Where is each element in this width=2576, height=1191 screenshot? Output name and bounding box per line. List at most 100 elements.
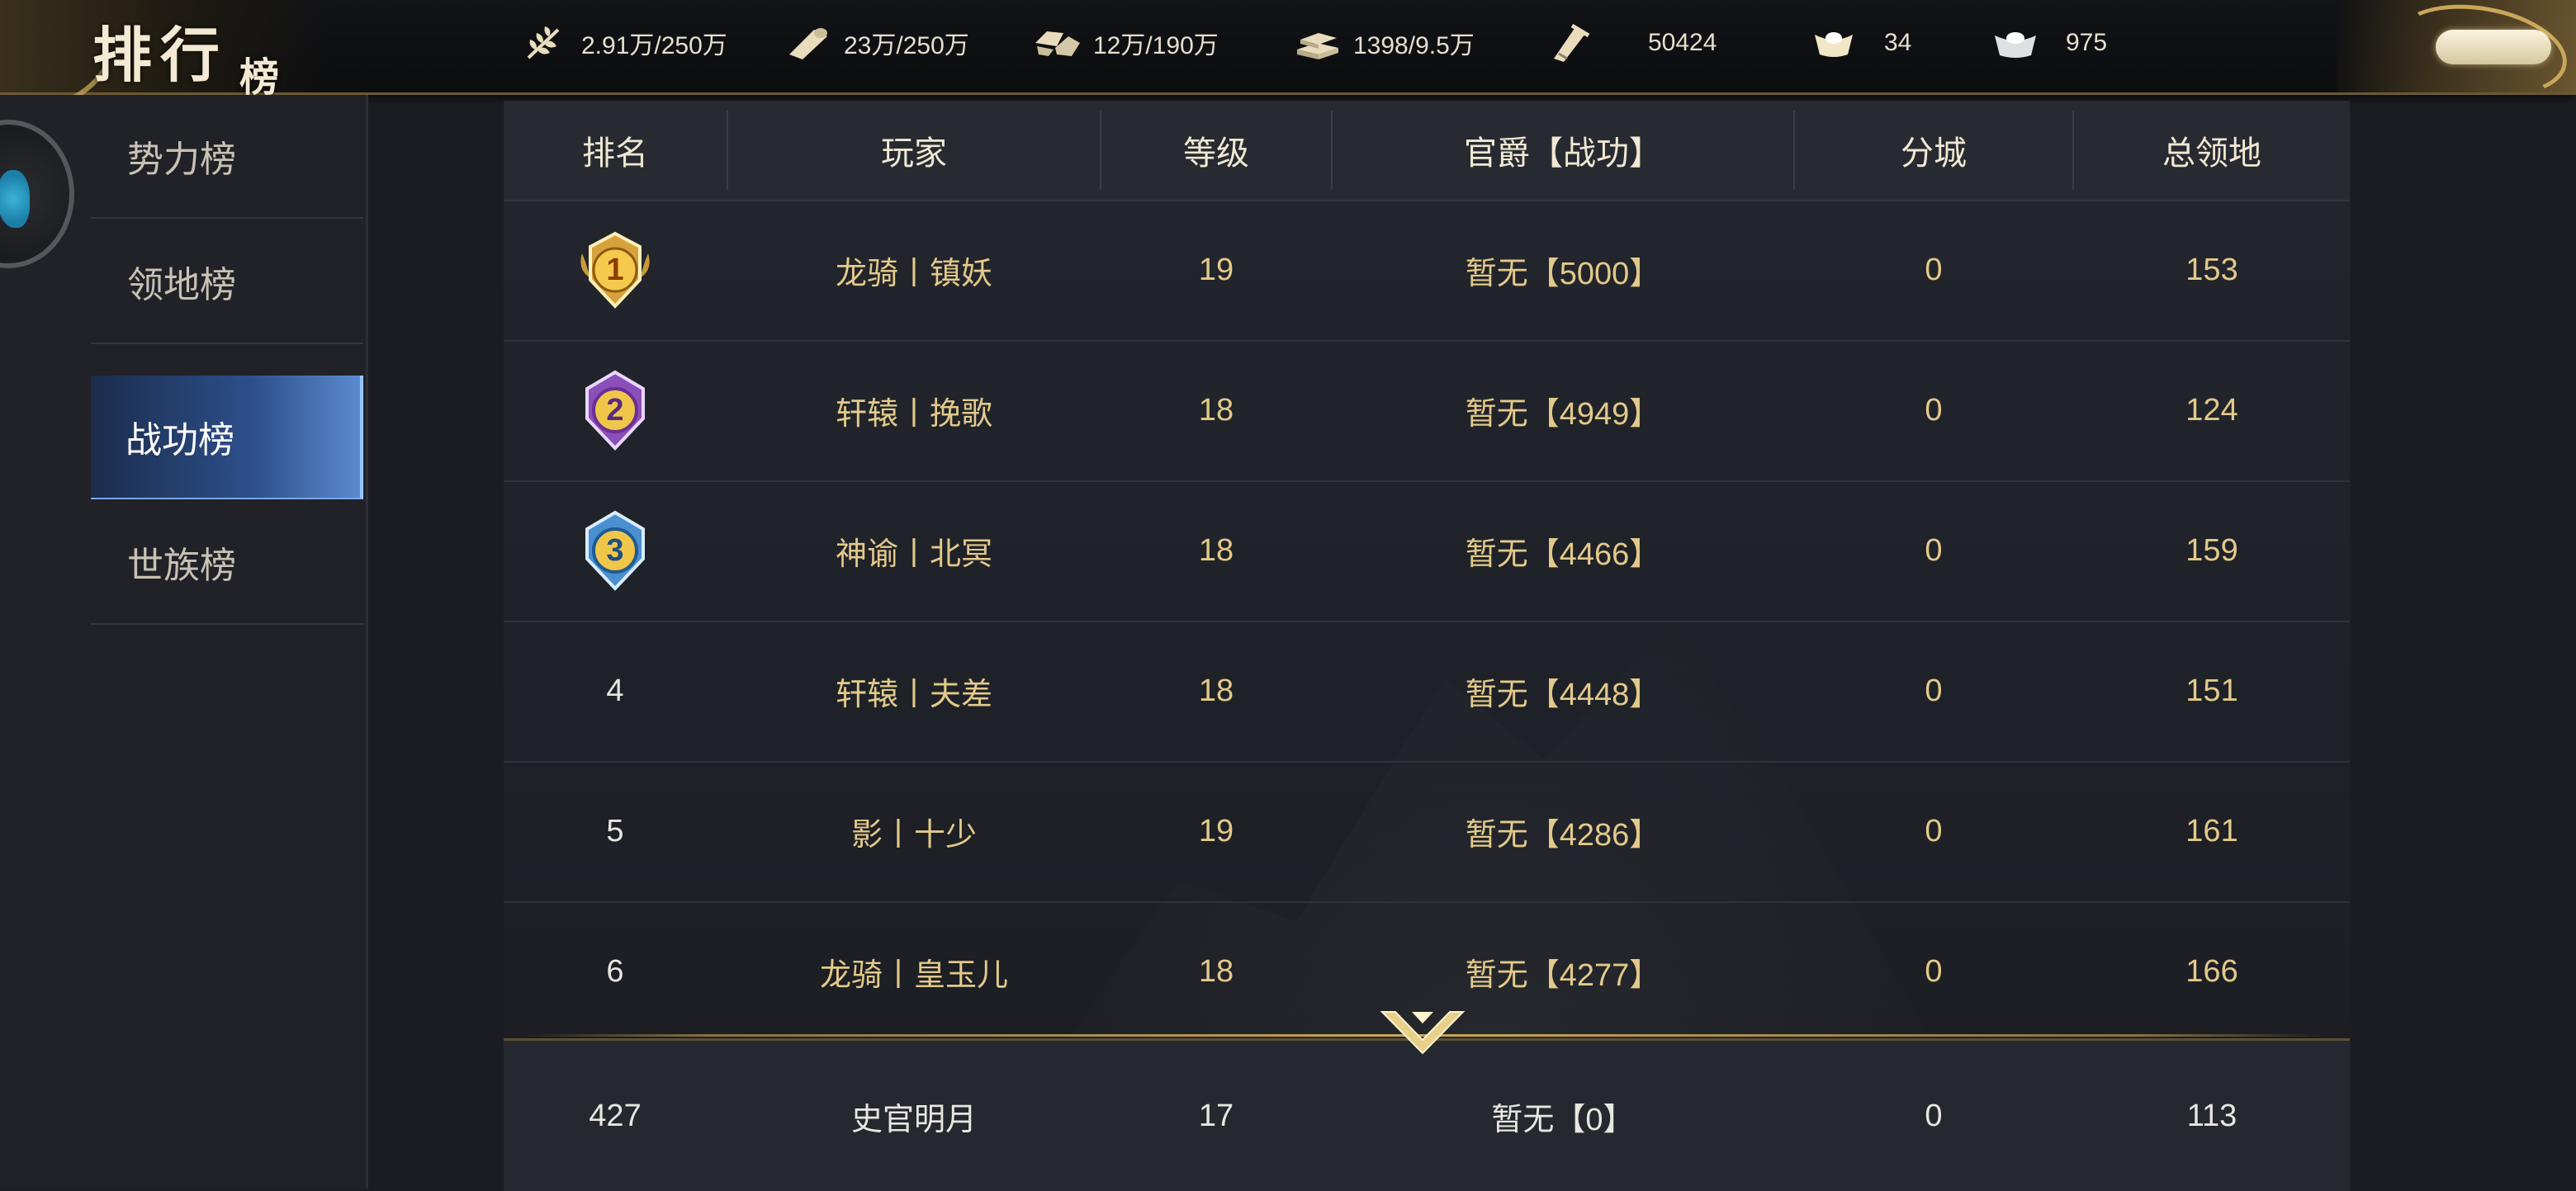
my-branch-city-count: 0 bbox=[1925, 1098, 1943, 1133]
player-level: 19 bbox=[1198, 252, 1234, 287]
blue-medal-icon: 3 bbox=[574, 509, 656, 592]
official-rank: 暂无【4949】 bbox=[1465, 396, 1661, 432]
resource-value: 975 bbox=[2066, 29, 2108, 56]
resource-stone[interactable]: 12万/190万 bbox=[1032, 23, 1219, 63]
rank-number: 3 bbox=[606, 532, 624, 568]
player-name[interactable]: 神谕丨北冥 bbox=[728, 480, 1100, 621]
player-level: 19 bbox=[1198, 813, 1234, 848]
grain-icon bbox=[520, 23, 571, 63]
header-branch-city: 分城 bbox=[1901, 135, 1967, 172]
stone-icon bbox=[1032, 23, 1083, 63]
nav-item-territory[interactable]: 领地榜 bbox=[91, 220, 363, 344]
header-total-territory: 总领地 bbox=[2162, 135, 2261, 172]
rank-cell: 2 bbox=[504, 340, 727, 480]
player-name[interactable]: 轩辕丨夫差 bbox=[728, 621, 1100, 761]
my-official-rank: 暂无【0】 bbox=[1491, 1102, 1635, 1137]
total-territory: 153 bbox=[2185, 252, 2238, 287]
title-plate: 排行 榜 bbox=[0, 0, 330, 131]
table-row[interactable]: 1 龙骑丨镇妖 19 暂无【5000】 0 153 bbox=[504, 200, 2350, 342]
rank-cell: 3 bbox=[504, 480, 727, 621]
page-title: 排行 bbox=[92, 20, 229, 90]
chevron-down-icon bbox=[1380, 1011, 1466, 1055]
branch-city-count: 0 bbox=[1925, 953, 1943, 989]
official-rank: 暂无【4448】 bbox=[1465, 677, 1661, 712]
branch-city-count: 0 bbox=[1925, 673, 1943, 708]
rank-number: 1 bbox=[606, 252, 624, 287]
branch-city-count: 0 bbox=[1925, 813, 1943, 848]
official-rank: 暂无【4286】 bbox=[1465, 817, 1661, 853]
header-rank: 排名 bbox=[582, 135, 648, 172]
rank-cell: 1 bbox=[504, 200, 727, 340]
player-name[interactable]: 轩辕丨挽歌 bbox=[728, 340, 1100, 480]
panel-divider bbox=[366, 95, 368, 1189]
resource-silver[interactable]: 975 bbox=[1990, 23, 2107, 63]
rank-cell: 4 bbox=[606, 673, 624, 708]
total-territory: 166 bbox=[2185, 953, 2238, 989]
resource-wood[interactable]: 23万/250万 bbox=[783, 23, 969, 63]
player-level: 18 bbox=[1198, 673, 1234, 708]
my-player-name: 史官明月 bbox=[850, 1102, 977, 1137]
player-level: 18 bbox=[1198, 532, 1234, 568]
nav-item-power[interactable]: 势力榜 bbox=[91, 95, 363, 219]
table-row[interactable]: 4 轩辕丨夫差 18 暂无【4448】 0 151 bbox=[504, 621, 2350, 763]
header-official-rank: 官爵【战功】 bbox=[1464, 135, 1662, 172]
side-orb-button[interactable] bbox=[0, 120, 74, 268]
orb-icon bbox=[0, 170, 30, 228]
player-name[interactable]: 龙骑丨镇妖 bbox=[728, 200, 1100, 340]
nav-item-label: 领地榜 bbox=[127, 265, 236, 305]
gold-medal-icon: 1 bbox=[574, 229, 656, 311]
nav-item-clan[interactable]: 世族榜 bbox=[91, 501, 363, 625]
back-icon bbox=[2436, 30, 2551, 64]
purple-medal-icon: 2 bbox=[574, 369, 656, 451]
nav-item-label: 世族榜 bbox=[127, 546, 236, 586]
total-territory: 159 bbox=[2185, 532, 2238, 568]
my-rank: 427 bbox=[589, 1098, 642, 1133]
player-level: 18 bbox=[1198, 392, 1234, 428]
my-level: 17 bbox=[1198, 1098, 1234, 1133]
branch-city-count: 0 bbox=[1925, 532, 1943, 568]
my-ranking-row[interactable]: 427 史官明月 17 暂无【0】 0 113 bbox=[504, 1038, 2350, 1191]
official-rank: 暂无【5000】 bbox=[1465, 256, 1661, 291]
wood-icon bbox=[783, 23, 834, 63]
resource-decree[interactable]: 50424 bbox=[1544, 23, 1717, 63]
back-button[interactable] bbox=[2337, 0, 2576, 109]
official-rank: 暂无【4466】 bbox=[1465, 536, 1661, 572]
resource-value: 23万/250万 bbox=[844, 32, 969, 59]
table-row[interactable]: 3 神谕丨北冥 18 暂无【4466】 0 159 bbox=[504, 480, 2350, 622]
decree-icon bbox=[1544, 23, 1595, 63]
table-header: 排名 玩家 等级 官爵【战功】 分城 总领地 bbox=[504, 101, 2350, 201]
header-player: 玩家 bbox=[881, 135, 947, 172]
nav-item-label: 势力榜 bbox=[127, 139, 236, 180]
rank-cell: 5 bbox=[606, 813, 624, 848]
resource-grain[interactable]: 2.91万/250万 bbox=[520, 23, 727, 63]
resource-gold[interactable]: 34 bbox=[1808, 23, 1911, 63]
nav-item-merit[interactable]: 战功榜 bbox=[91, 376, 363, 499]
resource-value: 1398/9.5万 bbox=[1353, 32, 1475, 59]
player-level: 18 bbox=[1198, 953, 1234, 989]
nav-item-label: 战功榜 bbox=[125, 420, 234, 461]
rank-number: 2 bbox=[606, 392, 624, 428]
player-name[interactable]: 龙骑丨皇玉儿 bbox=[728, 901, 1100, 1042]
my-total-territory: 113 bbox=[2186, 1098, 2237, 1133]
resource-value: 12万/190万 bbox=[1093, 32, 1219, 59]
rank-cell: 6 bbox=[606, 953, 624, 989]
resource-value: 34 bbox=[1884, 29, 1912, 56]
table-row[interactable]: 2 轩辕丨挽歌 18 暂无【4949】 0 124 bbox=[504, 340, 2350, 482]
page-title-sub: 榜 bbox=[239, 54, 280, 101]
left-nav-panel: 势力榜 领地榜 战功榜 世族榜 bbox=[0, 95, 367, 1189]
resource-iron[interactable]: 1398/9.5万 bbox=[1292, 23, 1475, 63]
resource-value: 2.91万/250万 bbox=[581, 32, 727, 59]
top-bar: 排行 榜 2.91万/250万 23万/250万 12万/190万 1398/9… bbox=[0, 0, 2576, 131]
scroll-to-self-button[interactable] bbox=[1379, 1007, 1466, 1056]
table-row[interactable]: 5 影丨十少 19 暂无【4286】 0 161 bbox=[504, 761, 2350, 903]
total-territory: 151 bbox=[2185, 673, 2238, 708]
gold-ingot-icon bbox=[1808, 23, 1859, 63]
player-name[interactable]: 影丨十少 bbox=[728, 761, 1100, 901]
total-territory: 161 bbox=[2185, 813, 2238, 848]
branch-city-count: 0 bbox=[1925, 252, 1943, 287]
branch-city-count: 0 bbox=[1925, 392, 1943, 428]
iron-icon bbox=[1292, 23, 1343, 63]
silver-ingot-icon bbox=[1990, 23, 2041, 63]
header-level: 等级 bbox=[1183, 135, 1249, 172]
resource-value: 50424 bbox=[1648, 29, 1717, 56]
